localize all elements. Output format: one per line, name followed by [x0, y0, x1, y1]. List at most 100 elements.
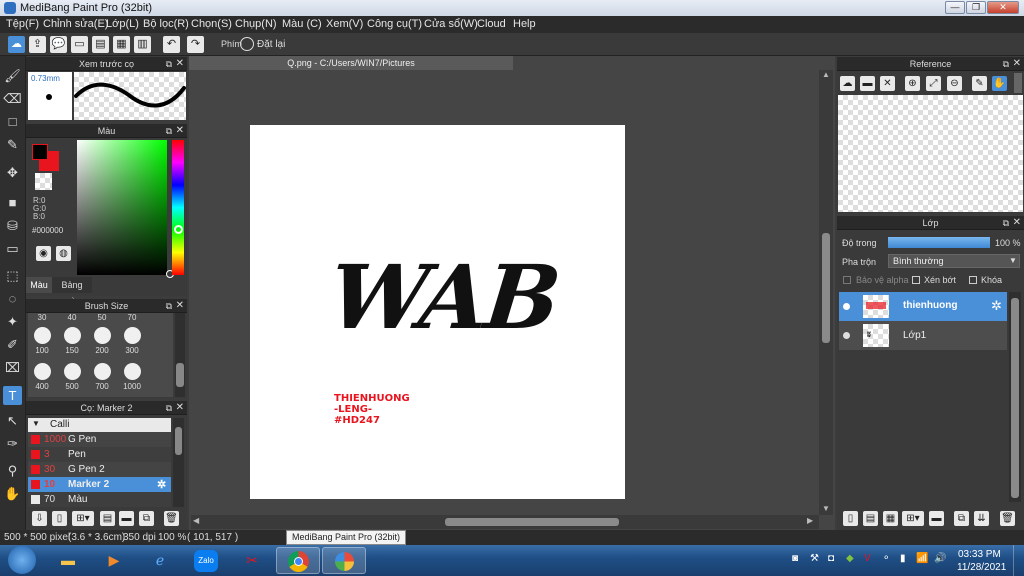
brush-properties-icon[interactable]: ▤	[100, 511, 115, 526]
brush-row[interactable]: 1000 G Pen	[28, 432, 171, 447]
menu-edit[interactable]: Chỉnh sửa(E)	[43, 18, 108, 30]
menu-select[interactable]: Chọn(S)	[191, 18, 232, 30]
scroll-down-icon[interactable]: ▼	[822, 504, 830, 513]
show-desktop-button[interactable]	[1013, 545, 1024, 576]
merge-down-icon[interactable]: ⇊	[974, 511, 989, 526]
gradient-tool-icon[interactable]: ▭	[3, 239, 22, 258]
protect-alpha-checkbox[interactable]	[843, 276, 851, 284]
menu-window[interactable]: Cửa sổ(W)	[424, 18, 478, 30]
horizontal-scrollbar[interactable]: ◀ ▶	[191, 515, 819, 529]
close-reference-icon[interactable]: ✕	[880, 76, 895, 91]
float-icon[interactable]: ⧉	[166, 401, 172, 415]
tab-color[interactable]: Màu	[26, 277, 52, 293]
close-icon[interactable]: ✕	[176, 57, 184, 71]
float-icon[interactable]: ⧉	[1003, 216, 1009, 230]
menu-capture[interactable]: Chụp(N)	[235, 18, 277, 30]
duplicate-icon[interactable]: ⧉	[139, 511, 154, 526]
size-cell-label[interactable]: 40	[58, 313, 86, 322]
volume-icon[interactable]: 🔊	[934, 553, 946, 564]
antivirus-tray-icon[interactable]: V	[864, 553, 871, 564]
text-tool-icon[interactable]: T	[3, 386, 22, 405]
add-brush-menu-icon[interactable]: ⊞▾	[72, 511, 94, 526]
close-icon[interactable]: ✕	[1013, 216, 1021, 230]
chrome-icon[interactable]	[276, 547, 320, 574]
close-icon[interactable]: ✕	[176, 401, 184, 415]
open-folder-icon[interactable]: ▬	[860, 76, 875, 91]
cloud-download-icon[interactable]: ☁	[840, 76, 855, 91]
hand-tool-icon[interactable]: ✋	[3, 484, 22, 503]
menu-filter[interactable]: Bộ lọc(R)	[143, 18, 189, 30]
eraser-tool-icon[interactable]: ⌫	[3, 89, 22, 108]
magic-wand-icon[interactable]: ✦	[3, 312, 22, 331]
select-eraser-icon[interactable]: ⌧	[3, 358, 22, 377]
foreground-color-swatch[interactable]	[32, 144, 48, 160]
vertical-scrollbar[interactable]: ▲ ▼	[819, 70, 833, 515]
network-icon[interactable]: 📶	[916, 553, 928, 564]
brush-settings-icon[interactable]: ✲	[157, 478, 166, 491]
divide-tool-icon[interactable]: ✑	[3, 434, 22, 453]
reference-view[interactable]	[838, 95, 1023, 212]
scroll-left-icon[interactable]: ◀	[193, 516, 199, 525]
dot-tool-icon[interactable]: □	[3, 112, 22, 131]
undo-icon[interactable]: ↶	[163, 36, 180, 53]
size-cell[interactable]: 500	[58, 363, 86, 391]
size-cell-label[interactable]: 50	[88, 313, 116, 322]
select-pen-icon[interactable]: ✐	[3, 335, 22, 354]
size-cell[interactable]: 300	[118, 327, 146, 355]
size-scrollbar[interactable]	[175, 313, 185, 397]
folder-icon[interactable]: ▬	[119, 511, 134, 526]
close-icon[interactable]: ✕	[176, 124, 184, 138]
size-cell[interactable]: 200	[88, 327, 116, 355]
size-cell[interactable]: 100	[28, 327, 56, 355]
brush-row[interactable]: 3 Pen	[28, 447, 171, 462]
fit-icon[interactable]: ⤢	[926, 76, 941, 91]
layer-row-selected[interactable]: thienhuong ✲	[839, 292, 1007, 321]
duplicate-layer-icon[interactable]: ⧉	[954, 511, 969, 526]
brush-row-selected[interactable]: 10 Marker 2 ✲	[28, 477, 171, 492]
opacity-slider[interactable]	[888, 237, 990, 248]
layer-row[interactable]: ʬ Lớp1	[839, 321, 1007, 350]
medibang-taskbar-icon[interactable]	[322, 547, 366, 574]
snipping-tool-icon[interactable]: ✂	[230, 547, 274, 574]
brush-group-header[interactable]: ▼ Calli	[28, 418, 171, 432]
delete-brush-icon[interactable]: 🗑	[164, 511, 179, 526]
reference-scroll[interactable]	[1014, 73, 1022, 93]
tab-palette[interactable]: Bảng màu	[52, 277, 92, 306]
scrollbar-thumb[interactable]	[175, 427, 182, 455]
internet-explorer-icon[interactable]: ℯ	[138, 547, 182, 574]
minimize-button[interactable]: —	[945, 1, 965, 14]
move-tool-icon[interactable]: ✥	[3, 163, 22, 182]
eye-icon[interactable]	[843, 303, 850, 310]
float-icon[interactable]: ⧉	[166, 299, 172, 313]
close-icon[interactable]: ✕	[176, 299, 184, 313]
hue-slider-handle[interactable]	[174, 225, 183, 234]
layer-folder-icon[interactable]: ▬	[929, 511, 944, 526]
hue-slider[interactable]	[172, 140, 184, 275]
size-cell[interactable]: 150	[58, 327, 86, 355]
brush-tool-icon[interactable]: 🖌	[3, 66, 22, 85]
menu-tools[interactable]: Công cụ(T)	[367, 18, 422, 30]
document-icon[interactable]: ▭	[71, 36, 88, 53]
clock-date[interactable]: 11/28/2021	[957, 562, 1006, 573]
nvidia-tray-icon[interactable]: ◆	[846, 553, 854, 564]
document-tab[interactable]: Q.png - C:/Users/WIN7/Pictures	[189, 56, 513, 70]
scrollbar-thumb[interactable]	[176, 363, 184, 387]
collapse-icon[interactable]: ▼	[32, 419, 40, 428]
tray-icon-7[interactable]: ▮	[900, 553, 906, 564]
panel-toggle-icon[interactable]: ▥	[134, 36, 151, 53]
zoom-in-icon[interactable]: ⊕	[905, 76, 920, 91]
eye-icon[interactable]	[843, 332, 850, 339]
palette-icon[interactable]: ◉	[36, 246, 51, 261]
menu-layer[interactable]: Lớp(L)	[106, 18, 139, 30]
menu-file[interactable]: Tệp(F)	[6, 18, 39, 30]
cloud-icon[interactable]: ☁	[8, 36, 25, 53]
add-layer-menu-icon[interactable]: ⊞▾	[902, 511, 924, 526]
clipping-checkbox[interactable]	[912, 276, 920, 284]
redo-icon[interactable]: ↷	[187, 36, 204, 53]
close-icon[interactable]: ✕	[1013, 57, 1021, 71]
eyedropper-icon[interactable]: ✎	[972, 76, 987, 91]
comment-icon[interactable]: 💬	[50, 36, 67, 53]
zalo-icon[interactable]: Zalo	[184, 547, 228, 574]
tray-icon-6[interactable]: ⚬	[882, 553, 890, 564]
media-player-icon[interactable]: ▶	[92, 547, 136, 574]
